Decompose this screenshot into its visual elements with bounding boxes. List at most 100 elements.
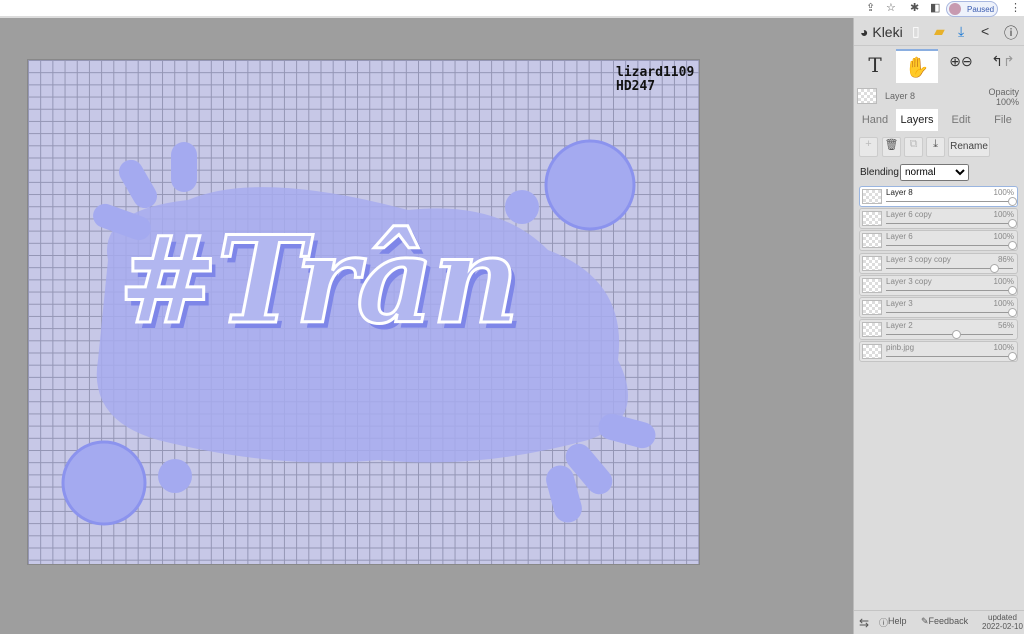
opacity-slider[interactable] [886, 219, 1017, 229]
layer-opacity: 100% [993, 210, 1014, 220]
layer-thumbnail [862, 322, 882, 338]
text-tool-button[interactable]: T [854, 49, 896, 83]
panel-tabs: Hand Layers Edit File [854, 109, 1024, 131]
undo-redo-buttons[interactable]: ↰↱ [982, 49, 1024, 83]
blending-row: Blending normal [854, 164, 1024, 182]
watermark: lizard1109 HD247 [616, 65, 695, 94]
download-icon[interactable]: ⤓ [958, 23, 964, 40]
layer-thumbnail [862, 300, 882, 315]
slider-knob[interactable] [1008, 308, 1017, 317]
opacity-slider[interactable] [886, 285, 1017, 295]
layer-thumbnail [862, 233, 882, 249]
drawing-area[interactable]: #Trân lizard1109 HD247 [0, 20, 853, 634]
dash [119, 159, 157, 209]
share-icon[interactable]: ⇪ [866, 1, 875, 14]
layer-actions: + 🗑 ⧉ ⤓ Rename [854, 137, 1024, 159]
layer-thumbnail [862, 211, 882, 227]
layer-item[interactable]: Layer 3 copy copy 86% [859, 252, 1018, 274]
open-folder-icon[interactable]: ▰ [934, 23, 945, 40]
layer-item[interactable]: Layer 3 100% [859, 297, 1018, 318]
share-icon[interactable]: < [981, 23, 989, 39]
zoom-buttons[interactable]: ⊕⊖ [940, 49, 982, 83]
help-button[interactable]: ⓘ Help [879, 616, 907, 629]
slider-knob[interactable] [1008, 352, 1017, 362]
add-layer-button[interactable]: + [859, 137, 878, 157]
canvas[interactable]: #Trân lizard1109 HD247 [27, 59, 700, 565]
hand-icon: ✋ [904, 57, 930, 79]
profile-status: Paused [967, 5, 995, 14]
layer-thumbnail [862, 344, 882, 360]
layer-name: Layer 2 [886, 321, 913, 331]
browser-toolbar: ⇪ ☆ ✱ ◧ Paused ⋮ [0, 0, 1024, 18]
swap-sides-icon[interactable]: ⇆ [859, 616, 869, 630]
layer-thumbnail [862, 255, 882, 271]
hand-tool-button[interactable]: ✋ [896, 49, 938, 83]
extensions-icon[interactable]: ✱ [910, 1, 919, 14]
opacity-slider[interactable] [886, 241, 1017, 251]
slider-knob[interactable] [1008, 219, 1017, 229]
layer-item[interactable]: Layer 2 56% [859, 319, 1018, 341]
layer-preview: Layer 8 Opacity 100% [854, 85, 1024, 107]
panel-header: ◕ Kleki ▯ ▰ ⤓ < ⓘ [854, 18, 1024, 46]
undo-icon[interactable]: ↰ [991, 53, 1003, 69]
tab-layers[interactable]: Layers [896, 109, 938, 131]
feedback-button[interactable]: ✎ Feedback [921, 616, 968, 627]
help-icon[interactable]: ⓘ [1004, 23, 1018, 43]
layer-item[interactable]: Layer 6 100% [859, 230, 1018, 252]
layer-opacity: 100% [993, 188, 1014, 197]
opacity-slider[interactable] [886, 308, 1017, 317]
new-file-icon[interactable]: ▯ [912, 23, 920, 40]
dash [171, 142, 197, 192]
slider-knob[interactable] [990, 263, 1000, 273]
artwork-lettering: #Trân [116, 209, 520, 353]
layer-thumbnail [857, 88, 877, 104]
menu-icon[interactable]: ⋮ [1010, 1, 1021, 14]
star-icon[interactable]: ☆ [886, 1, 896, 14]
side-panel: ◕ Kleki ▯ ▰ ⤓ < ⓘ T ✋ ⊕⊖ ↰↱ Layer 8 Opac… [853, 18, 1024, 634]
layer-opacity: 100% [993, 299, 1014, 308]
slider-knob[interactable] [952, 330, 962, 340]
bubble [158, 459, 192, 493]
opacity-slider[interactable] [886, 197, 1017, 206]
merge-down-button[interactable]: ⤓ [926, 137, 945, 157]
sidepanel-icon[interactable]: ◧ [930, 1, 940, 14]
layer-opacity: 100% [993, 276, 1014, 286]
blending-select[interactable]: normal [900, 164, 969, 181]
current-layer-name: Layer 8 [885, 91, 916, 101]
profile-button[interactable]: Paused [946, 1, 998, 17]
layer-name: pinb.jpg [886, 343, 915, 353]
rename-button[interactable]: Rename [948, 137, 990, 157]
layer-opacity: 86% [997, 254, 1014, 264]
layer-item[interactable]: Layer 6 copy 100% [859, 208, 1018, 230]
layer-opacity: 56% [997, 321, 1014, 331]
slider-knob[interactable] [1008, 241, 1017, 251]
zoom-in-icon[interactable]: ⊕ [949, 53, 961, 69]
bubble [544, 139, 636, 231]
tab-hand[interactable]: Hand [854, 109, 896, 131]
layer-name: Layer 6 [886, 232, 913, 242]
layer-opacity: 100% [993, 343, 1014, 353]
layer-item[interactable]: Layer 8 100% [859, 186, 1018, 207]
opacity-slider[interactable] [886, 352, 1017, 362]
zoom-out-icon[interactable]: ⊖ [961, 53, 973, 69]
layer-name: Layer 3 copy copy [886, 254, 951, 264]
slider-knob[interactable] [1008, 197, 1017, 206]
tab-edit[interactable]: Edit [940, 109, 982, 131]
layer-item[interactable]: Layer 3 copy 100% [859, 274, 1018, 296]
duplicate-layer-button[interactable]: ⧉ [904, 137, 923, 157]
delete-layer-button[interactable]: 🗑 [882, 137, 901, 157]
bubble [61, 440, 147, 526]
avatar [949, 3, 961, 15]
opacity-slider[interactable] [886, 263, 1013, 273]
panel-footer: ⇆ ⓘ Help ✎ Feedback updated 2022-02-10 [854, 610, 1024, 634]
dash [598, 413, 656, 449]
slider-knob[interactable] [1008, 285, 1017, 295]
layer-thumbnail [862, 277, 882, 293]
layer-name: Layer 6 copy [886, 210, 932, 220]
layer-name: Layer 8 [886, 188, 913, 197]
redo-icon[interactable]: ↱ [1003, 53, 1015, 69]
tool-row: T ✋ ⊕⊖ ↰↱ [854, 47, 1024, 83]
tab-file[interactable]: File [982, 109, 1024, 131]
layer-item[interactable]: pinb.jpg 100% [859, 341, 1018, 363]
opacity-slider[interactable] [886, 330, 1013, 340]
